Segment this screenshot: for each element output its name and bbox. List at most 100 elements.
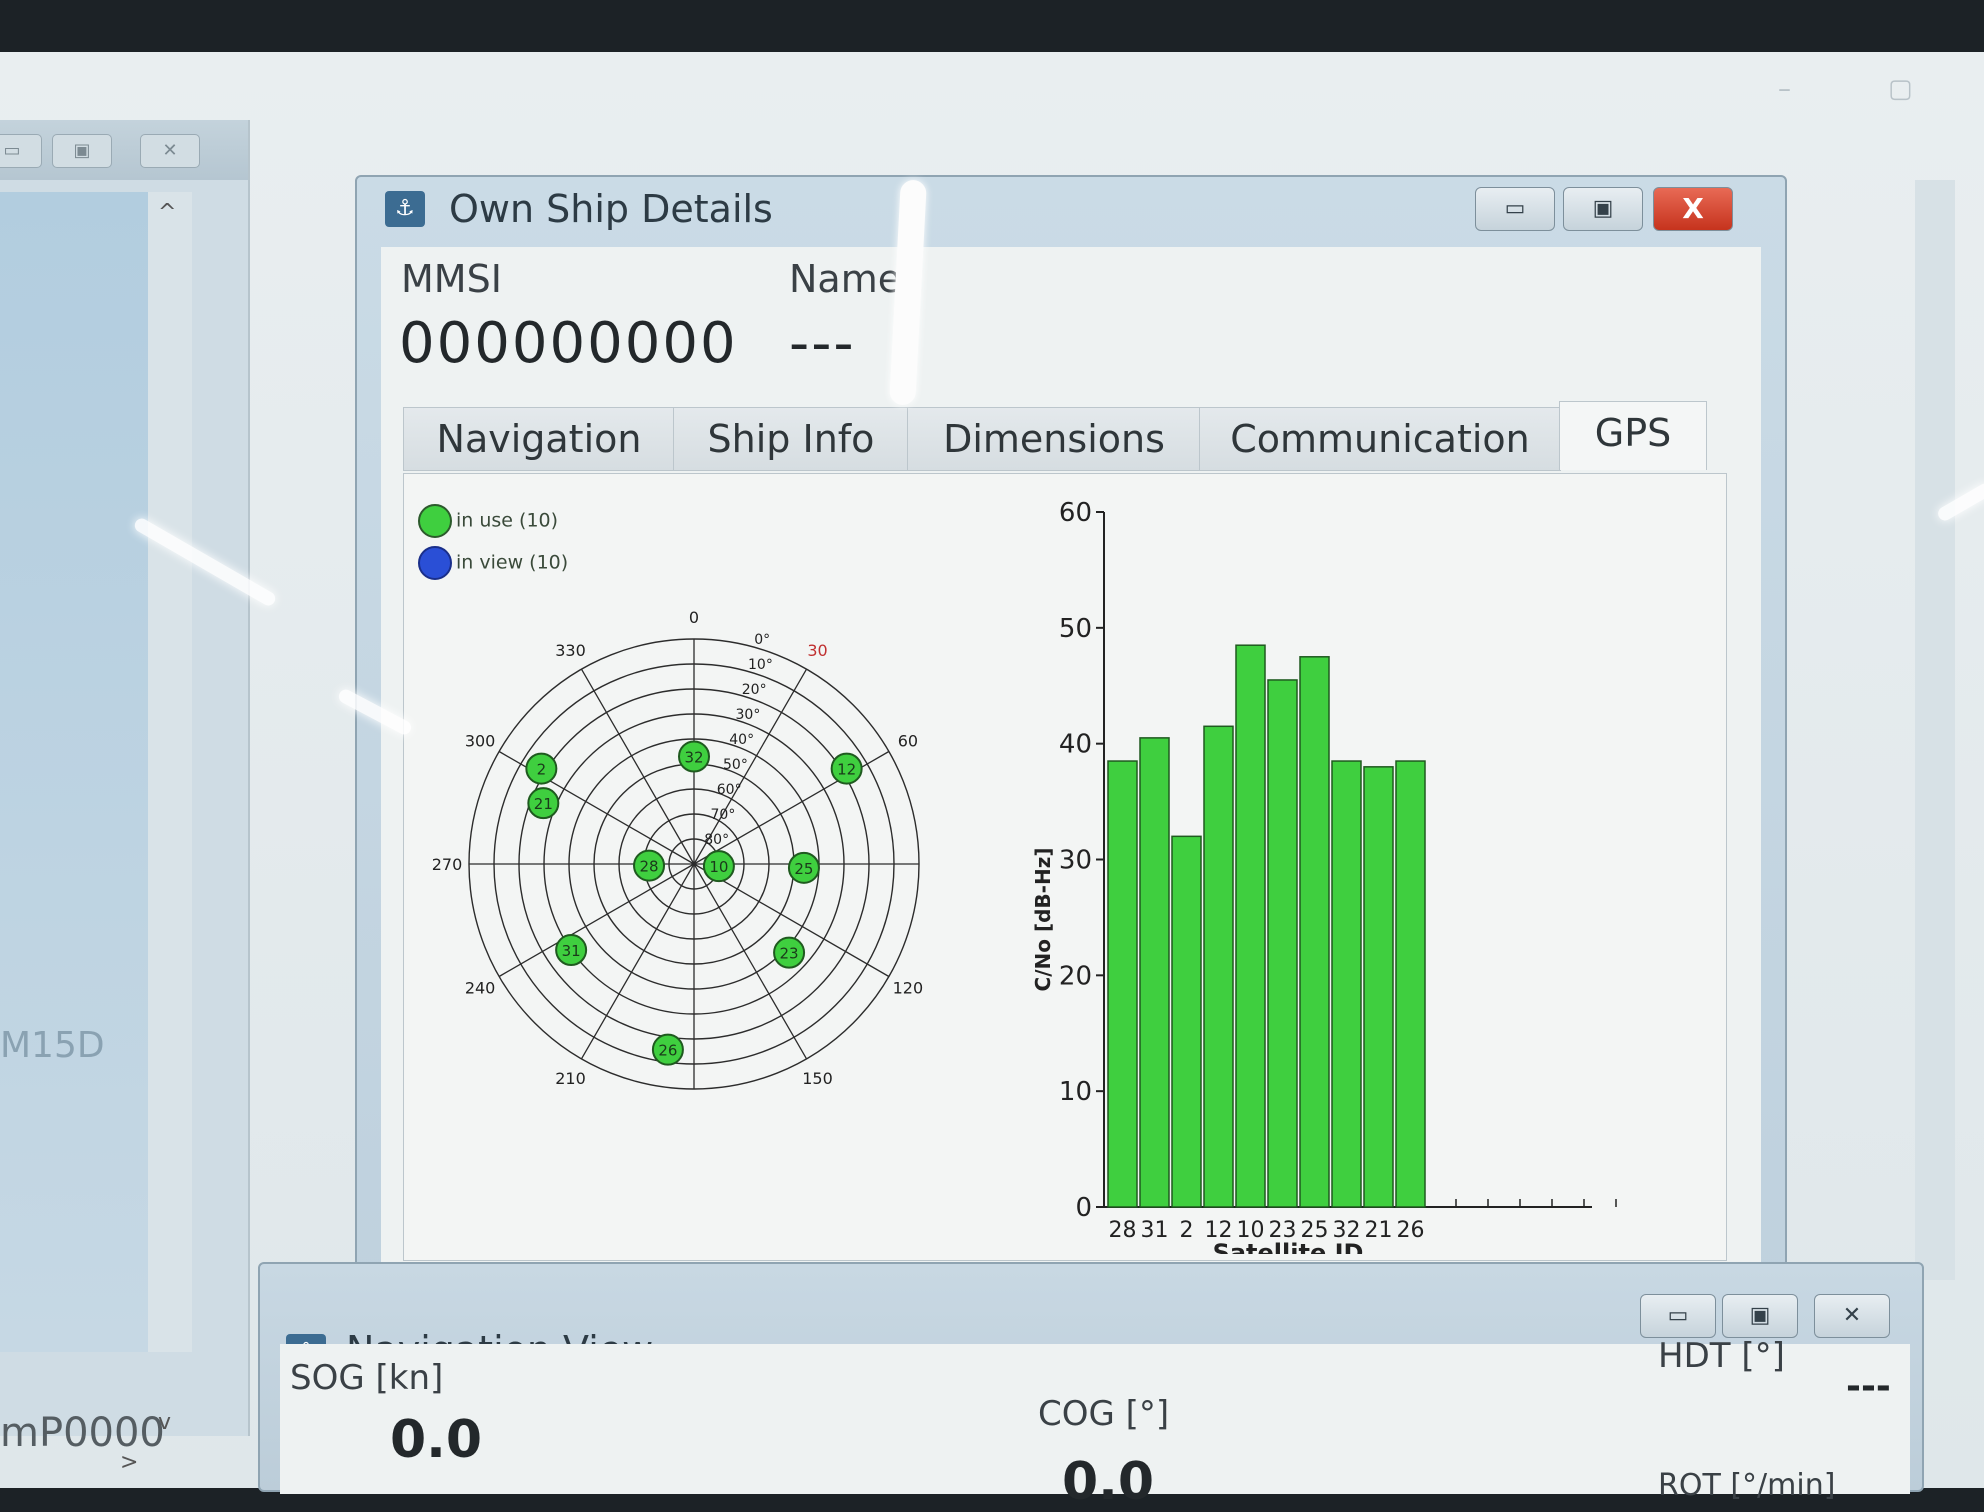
azimuth-label: 270 xyxy=(432,855,463,874)
satellite-id-label: 28 xyxy=(639,858,658,876)
app-icon: ⚓ xyxy=(385,191,425,227)
satellite-id-label: 32 xyxy=(684,749,703,767)
tab-gps[interactable]: GPS xyxy=(1559,401,1707,470)
x-tick-label: 28 xyxy=(1109,1218,1137,1243)
legend-in-use-label: in use (10) xyxy=(456,509,559,532)
azimuth-label: 210 xyxy=(555,1069,586,1088)
rot-label: ROT [°/min] xyxy=(1658,1468,1836,1503)
mmsi-label: MMSI xyxy=(401,257,502,301)
in-use-dot-icon xyxy=(418,504,452,538)
azimuth-label: 150 xyxy=(802,1069,833,1088)
legend-in-use: in use (10) xyxy=(418,504,558,538)
tab-dimensions[interactable]: Dimensions xyxy=(907,407,1201,471)
tab-communication[interactable]: Communication xyxy=(1199,407,1561,471)
tab-navigation[interactable]: Navigation xyxy=(403,407,675,471)
maximize-button[interactable]: ▣ xyxy=(1563,187,1643,231)
azimuth-label: 60 xyxy=(898,732,918,751)
x-tick-label: 26 xyxy=(1397,1218,1425,1243)
satellite-id-label: 31 xyxy=(562,942,581,960)
azimuth-label: 240 xyxy=(465,979,496,998)
elevation-label: 80° xyxy=(704,832,729,848)
x-tick-label: 2 xyxy=(1180,1218,1194,1243)
y-tick-label: 30 xyxy=(1059,846,1092,876)
bar-28 xyxy=(1107,760,1138,1208)
y-tick-label: 60 xyxy=(1059,498,1092,528)
satellite-id-label: 21 xyxy=(534,795,553,813)
azimuth-label: 330 xyxy=(555,641,586,660)
y-tick-label: 10 xyxy=(1059,1077,1092,1107)
bar-32 xyxy=(1331,760,1362,1208)
y-tick-label: 0 xyxy=(1075,1193,1092,1223)
y-tick-label: 20 xyxy=(1059,961,1092,991)
window-title: Own Ship Details xyxy=(449,187,773,231)
top-minimize-button[interactable]: – xyxy=(1778,74,1791,104)
tab-ship-info[interactable]: Ship Info xyxy=(673,407,909,471)
name-value: --- xyxy=(789,311,856,376)
satellite-id-label: 26 xyxy=(658,1042,677,1060)
nav-minimize-button[interactable]: ▭ xyxy=(1640,1294,1716,1338)
bar-26 xyxy=(1395,760,1426,1208)
bar-21 xyxy=(1363,766,1394,1208)
satellite-id-label: 25 xyxy=(794,860,813,878)
bar-31 xyxy=(1139,737,1170,1208)
name-label: Name xyxy=(789,257,902,301)
satellite-skyplot: 03060901201501802102402703003300°10°20°3… xyxy=(432,608,924,1104)
right-scrollbar[interactable] xyxy=(1915,180,1955,1280)
elevation-label: 20° xyxy=(742,682,767,698)
background-scrollbar[interactable] xyxy=(148,192,192,1352)
azimuth-label: 30 xyxy=(807,641,827,660)
elevation-label: 10° xyxy=(748,657,773,673)
azimuth-label: 300 xyxy=(465,732,496,751)
elevation-label: 0° xyxy=(754,632,770,648)
elevation-label: 70° xyxy=(711,807,736,823)
satellite-id-label: 2 xyxy=(537,761,547,779)
x-axis-label: Satellite ID xyxy=(1213,1239,1364,1254)
sog-label: SOG [kn] xyxy=(290,1358,444,1398)
elevation-label: 50° xyxy=(723,757,748,773)
bar-25 xyxy=(1299,656,1330,1208)
cog-value: 0.0 xyxy=(1062,1452,1155,1512)
cog-label: COG [°] xyxy=(1038,1394,1170,1434)
elevation-label: 30° xyxy=(736,707,761,723)
elevation-label: 40° xyxy=(729,732,754,748)
hdt-value: --- xyxy=(1846,1366,1891,1407)
gps-panel: in use (10) in view (10) 030609012015018… xyxy=(403,473,1727,1261)
bar-2 xyxy=(1171,835,1202,1208)
satellite-id-label: 12 xyxy=(837,761,856,779)
own-ship-content: MMSI 000000000 Name --- Navigation Ship … xyxy=(381,247,1761,1287)
hdt-label: HDT [°] xyxy=(1658,1336,1785,1376)
background-partial-label: M15D xyxy=(0,1025,105,1066)
top-restore-button[interactable]: ▢ xyxy=(1888,74,1913,104)
y-tick-label: 40 xyxy=(1059,730,1092,760)
navigation-view-window: ▭ ▣ ✕ ⚓ Navigation View SOG [kn] 0.0 COG… xyxy=(258,1262,1924,1512)
nav-content: SOG [kn] 0.0 COG [°] 0.0 HDT [°] --- ROT… xyxy=(280,1336,1910,1512)
close-button[interactable]: X xyxy=(1653,187,1733,231)
background-partial-text: mP0000 xyxy=(0,1410,165,1456)
background-maximize-button[interactable]: ▣ xyxy=(52,134,112,168)
elevation-label: 60° xyxy=(717,782,742,798)
bar-23 xyxy=(1267,679,1298,1208)
azimuth-label: 0 xyxy=(689,608,699,627)
mmsi-value: 000000000 xyxy=(399,311,738,376)
own-ship-details-window: ⚓ Own Ship Details ▭ ▣ X MMSI 000000000 … xyxy=(355,175,1787,1309)
sog-value: 0.0 xyxy=(390,1410,483,1470)
satellite-id-label: 23 xyxy=(780,945,799,963)
azimuth-label: 180 xyxy=(679,1102,710,1104)
cno-bar-chart: 010203040506028 31 2 12 10 23 25 32 21 26Satellit… xyxy=(1031,498,1617,1254)
background-window: ▭ ▣ ✕ ^ v > M15D mP0000 xyxy=(0,120,250,1475)
background-minimize-button[interactable]: ▭ xyxy=(0,134,42,168)
bar-12 xyxy=(1203,725,1234,1208)
x-tick-label: 21 xyxy=(1365,1218,1393,1243)
azimuth-label: 120 xyxy=(893,979,924,998)
background-window-titlebar: ▭ ▣ ✕ xyxy=(0,120,248,180)
y-tick-label: 50 xyxy=(1059,614,1092,644)
satellite-id-label: 10 xyxy=(709,858,728,876)
y-axis-label: C/No [dB-Hz] xyxy=(1031,848,1055,992)
bar-10 xyxy=(1235,644,1266,1208)
scroll-up-icon[interactable]: ^ xyxy=(158,200,176,225)
x-tick-label: 31 xyxy=(1141,1218,1169,1243)
nav-maximize-button[interactable]: ▣ xyxy=(1722,1294,1798,1338)
minimize-button[interactable]: ▭ xyxy=(1475,187,1555,231)
background-close-button[interactable]: ✕ xyxy=(140,134,200,168)
nav-close-button[interactable]: ✕ xyxy=(1814,1294,1890,1338)
